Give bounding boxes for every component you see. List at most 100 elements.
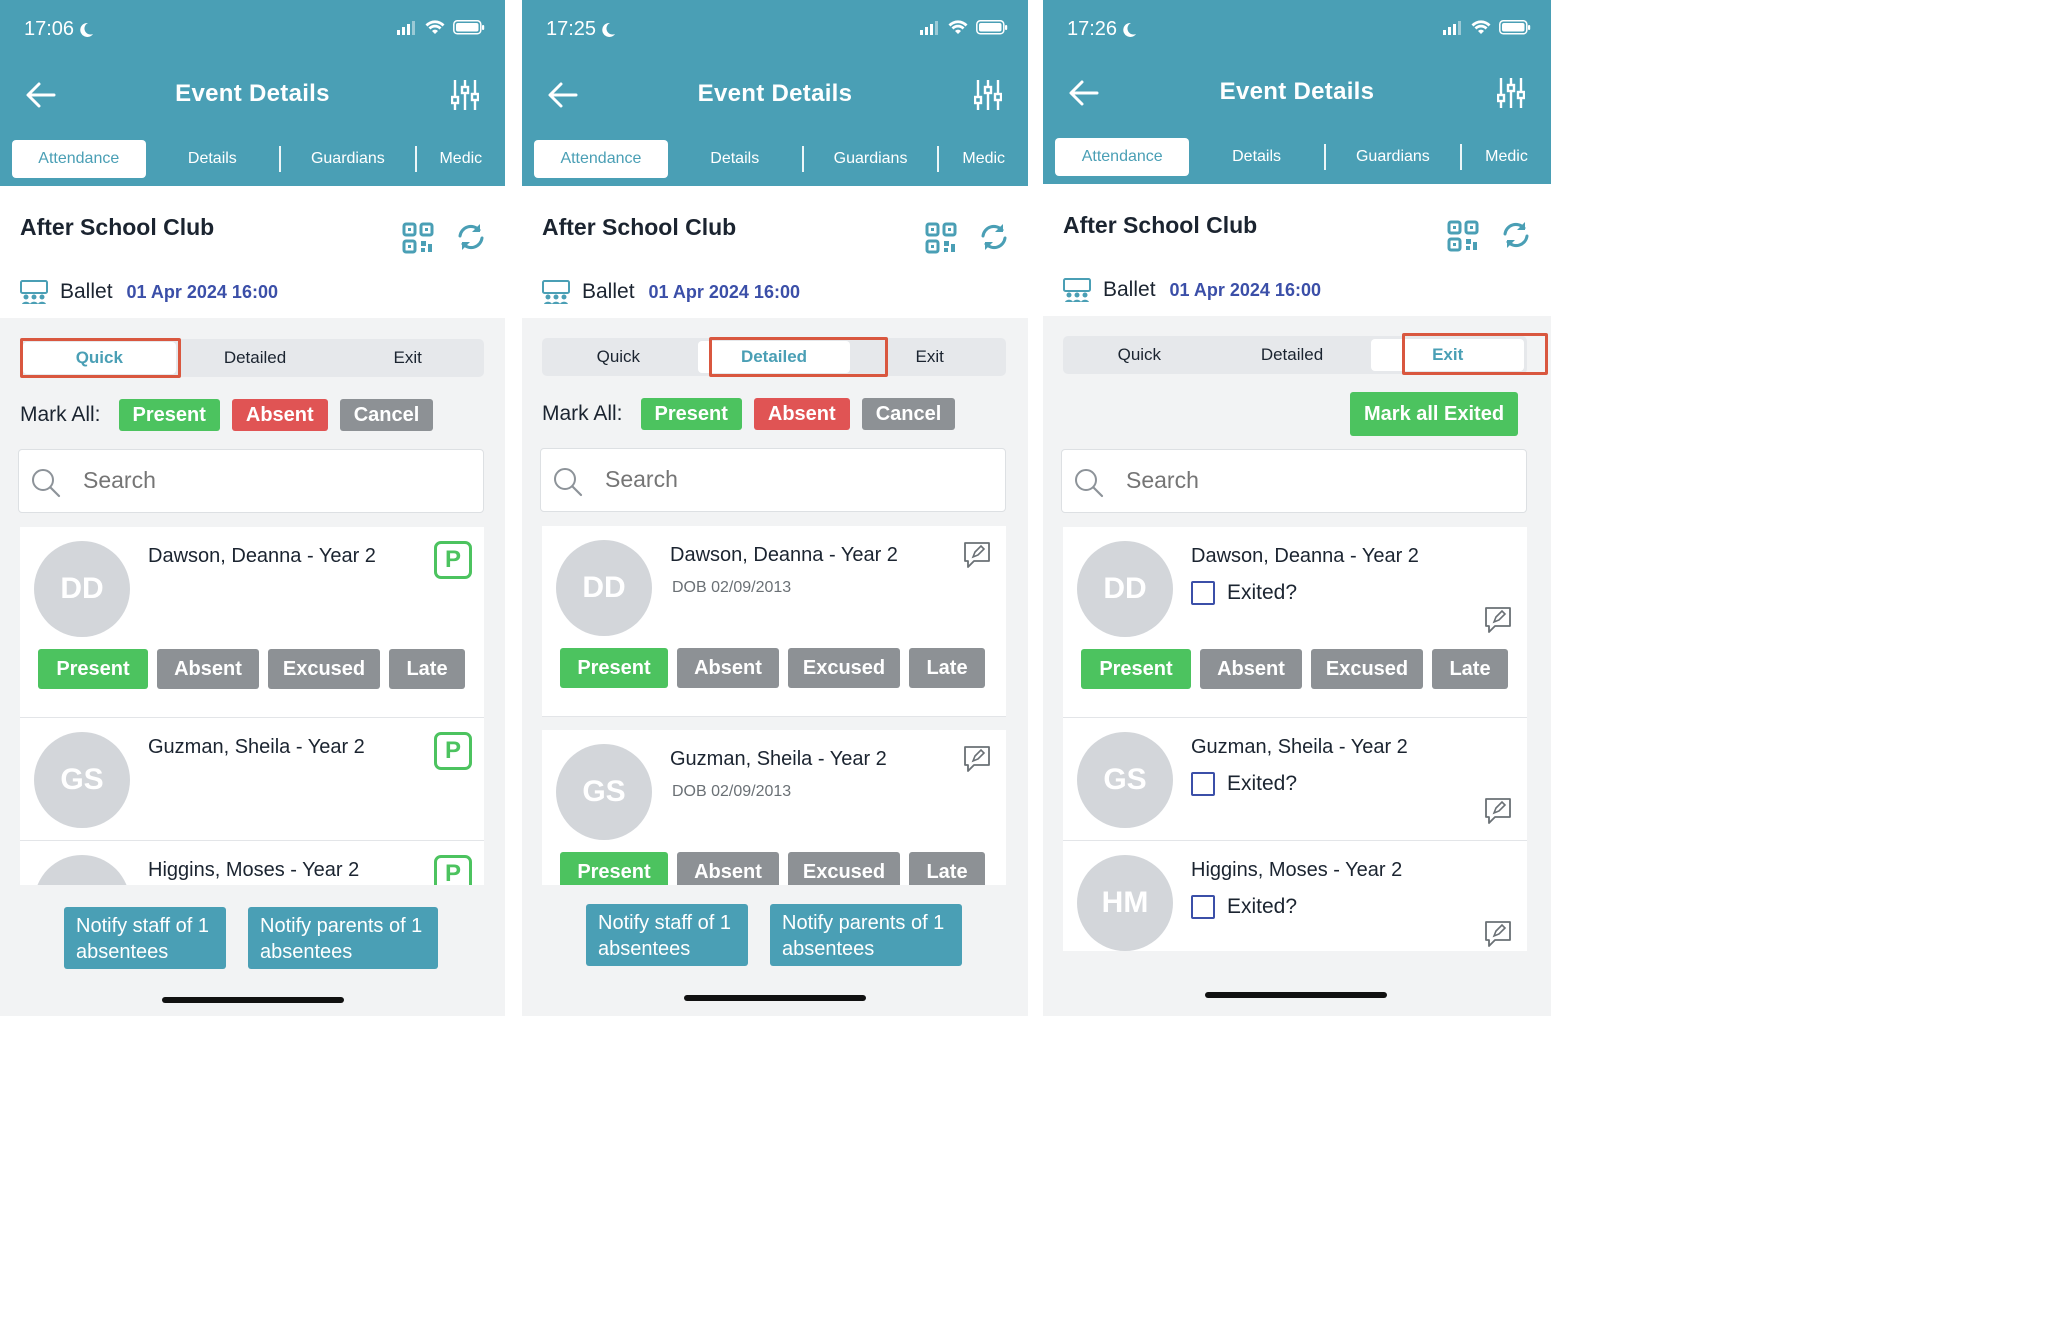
notify-parents-button[interactable]: Notify parents of 1 absentees: [248, 907, 438, 969]
mark-all-present-button[interactable]: Present: [640, 398, 742, 430]
qr-code-icon[interactable]: [925, 222, 957, 254]
mode-detailed[interactable]: Detailed: [179, 339, 332, 377]
tab-details[interactable]: Details: [146, 140, 280, 178]
notify-staff-button[interactable]: Notify staff of 1 absentees: [586, 904, 748, 966]
absent-button[interactable]: Absent: [157, 649, 259, 689]
tab-details[interactable]: Details: [1189, 138, 1323, 176]
event-datetime: 01 Apr 2024 16:00: [648, 281, 800, 302]
qr-code-icon[interactable]: [1447, 220, 1479, 252]
exited-checkbox-row[interactable]: Exited?: [1191, 581, 1297, 605]
excused-button[interactable]: Excused: [788, 648, 900, 688]
excused-button[interactable]: Excused: [268, 649, 380, 689]
moon-icon: [602, 22, 616, 37]
edit-note-icon[interactable]: [1483, 605, 1513, 635]
mode-exit[interactable]: Exit: [331, 339, 484, 377]
tab-guardians[interactable]: Guardians: [1326, 138, 1460, 176]
avatar: DD: [556, 540, 652, 636]
student-card[interactable]: DD Dawson, Deanna - Year 2 P Present Abs…: [20, 527, 484, 718]
mark-all-cancel-button[interactable]: Cancel: [861, 398, 956, 430]
present-button[interactable]: Present: [1081, 649, 1191, 689]
tab-guardians[interactable]: Guardians: [804, 140, 938, 178]
highlight-box: [1402, 333, 1548, 375]
late-button[interactable]: Late: [389, 649, 465, 689]
mode-quick[interactable]: Quick: [1063, 336, 1216, 374]
mode-quick[interactable]: Quick: [542, 338, 695, 376]
mark-all-absent-button[interactable]: Absent: [753, 398, 850, 430]
refresh-icon[interactable]: [979, 222, 1009, 252]
student-card[interactable]: Higgins, Moses - Year 2 P: [20, 841, 484, 885]
search-input[interactable]: [1124, 466, 1508, 495]
exited-checkbox-row[interactable]: Exited?: [1191, 895, 1297, 919]
mark-all-exited-button[interactable]: Mark all Exited: [1350, 392, 1519, 436]
highlight-box: [20, 338, 181, 378]
phone-screen-quick: 17:06 Event Details Attendance Details G…: [0, 0, 505, 1016]
battery-icon: [976, 20, 1008, 35]
refresh-icon[interactable]: [1501, 220, 1531, 250]
student-list: DD Dawson, Deanna - Year 2 Exited? Prese…: [1063, 527, 1527, 951]
sliders-icon[interactable]: [974, 78, 1002, 112]
phone-screen-detailed: 17:25 Event Details Attendance Details G…: [522, 0, 1028, 1016]
tab-details[interactable]: Details: [668, 140, 802, 178]
student-card[interactable]: DD Dawson, Deanna - Year 2 Exited? Prese…: [1063, 527, 1527, 718]
present-button[interactable]: Present: [38, 649, 148, 689]
late-button[interactable]: Late: [909, 648, 985, 688]
absent-button[interactable]: Absent: [677, 648, 779, 688]
present-button[interactable]: Present: [560, 648, 668, 688]
tab-medical[interactable]: Medic: [1462, 138, 1551, 176]
student-name: Higgins, Moses - Year 2: [148, 859, 360, 881]
late-button[interactable]: Late: [909, 852, 985, 885]
tab-attendance[interactable]: Attendance: [12, 140, 146, 178]
avatar: DD: [34, 541, 130, 637]
mark-all-cancel-button[interactable]: Cancel: [339, 399, 434, 431]
activity-row: Ballet 01 Apr 2024 16:00: [542, 280, 800, 304]
signal-icon: [1443, 20, 1461, 35]
activity-name: Ballet: [1103, 278, 1156, 301]
mark-all-absent-button[interactable]: Absent: [231, 399, 328, 431]
student-card[interactable]: DD Dawson, Deanna - Year 2 DOB 02/09/201…: [542, 526, 1006, 717]
moon-icon: [80, 22, 94, 37]
page-title: Event Details: [697, 80, 853, 107]
tab-medical[interactable]: Medic: [417, 140, 505, 178]
student-card[interactable]: GS Guzman, Sheila - Year 2 DOB 02/09/201…: [542, 730, 1006, 885]
attendance-buttons: Present Absent Excused Late: [560, 648, 985, 688]
student-card[interactable]: HM Higgins, Moses - Year 2 Exited?: [1063, 841, 1527, 951]
status-time: 17:26: [1067, 18, 1137, 41]
edit-note-icon[interactable]: [962, 540, 992, 570]
excused-button[interactable]: Excused: [1311, 649, 1423, 689]
late-button[interactable]: Late: [1432, 649, 1508, 689]
mode-detailed[interactable]: Detailed: [1216, 336, 1369, 374]
student-card[interactable]: GS Guzman, Sheila - Year 2 Exited?: [1063, 718, 1527, 841]
sliders-icon[interactable]: [451, 78, 479, 112]
notify-parents-button[interactable]: Notify parents of 1 absentees: [770, 904, 962, 966]
refresh-icon[interactable]: [456, 222, 486, 252]
exited-checkbox[interactable]: [1191, 895, 1215, 919]
attendance-buttons: Present Absent Excused Late: [38, 649, 465, 689]
event-summary: After School Club Ballet 01 Apr 2024 16:…: [1043, 184, 1551, 316]
edit-note-icon[interactable]: [962, 744, 992, 774]
tab-attendance[interactable]: Attendance: [534, 140, 668, 178]
tab-medical[interactable]: Medic: [939, 140, 1028, 178]
exited-label: Exited?: [1227, 581, 1298, 604]
exited-checkbox[interactable]: [1191, 581, 1215, 605]
absent-button[interactable]: Absent: [677, 852, 779, 885]
tab-guardians[interactable]: Guardians: [281, 140, 415, 178]
exited-checkbox-row[interactable]: Exited?: [1191, 772, 1297, 796]
group-icon: [1063, 278, 1091, 302]
excused-button[interactable]: Excused: [788, 852, 900, 885]
tab-bar: Attendance Details Guardians Medic: [1055, 138, 1551, 176]
exited-checkbox[interactable]: [1191, 772, 1215, 796]
tab-attendance[interactable]: Attendance: [1055, 138, 1190, 176]
edit-note-icon[interactable]: [1483, 796, 1513, 826]
student-card[interactable]: GS Guzman, Sheila - Year 2 P: [20, 718, 484, 841]
qr-code-icon[interactable]: [402, 222, 434, 254]
absent-button[interactable]: Absent: [1200, 649, 1302, 689]
student-name: Guzman, Sheila - Year 2: [148, 736, 365, 758]
search-input[interactable]: [81, 466, 465, 495]
wifi-icon: [1471, 20, 1491, 34]
mark-all-present-button[interactable]: Present: [118, 399, 220, 431]
notify-staff-button[interactable]: Notify staff of 1 absentees: [64, 907, 226, 969]
edit-note-icon[interactable]: [1483, 919, 1513, 949]
present-button[interactable]: Present: [560, 852, 668, 885]
search-input[interactable]: [603, 465, 987, 494]
sliders-icon[interactable]: [1497, 76, 1525, 110]
